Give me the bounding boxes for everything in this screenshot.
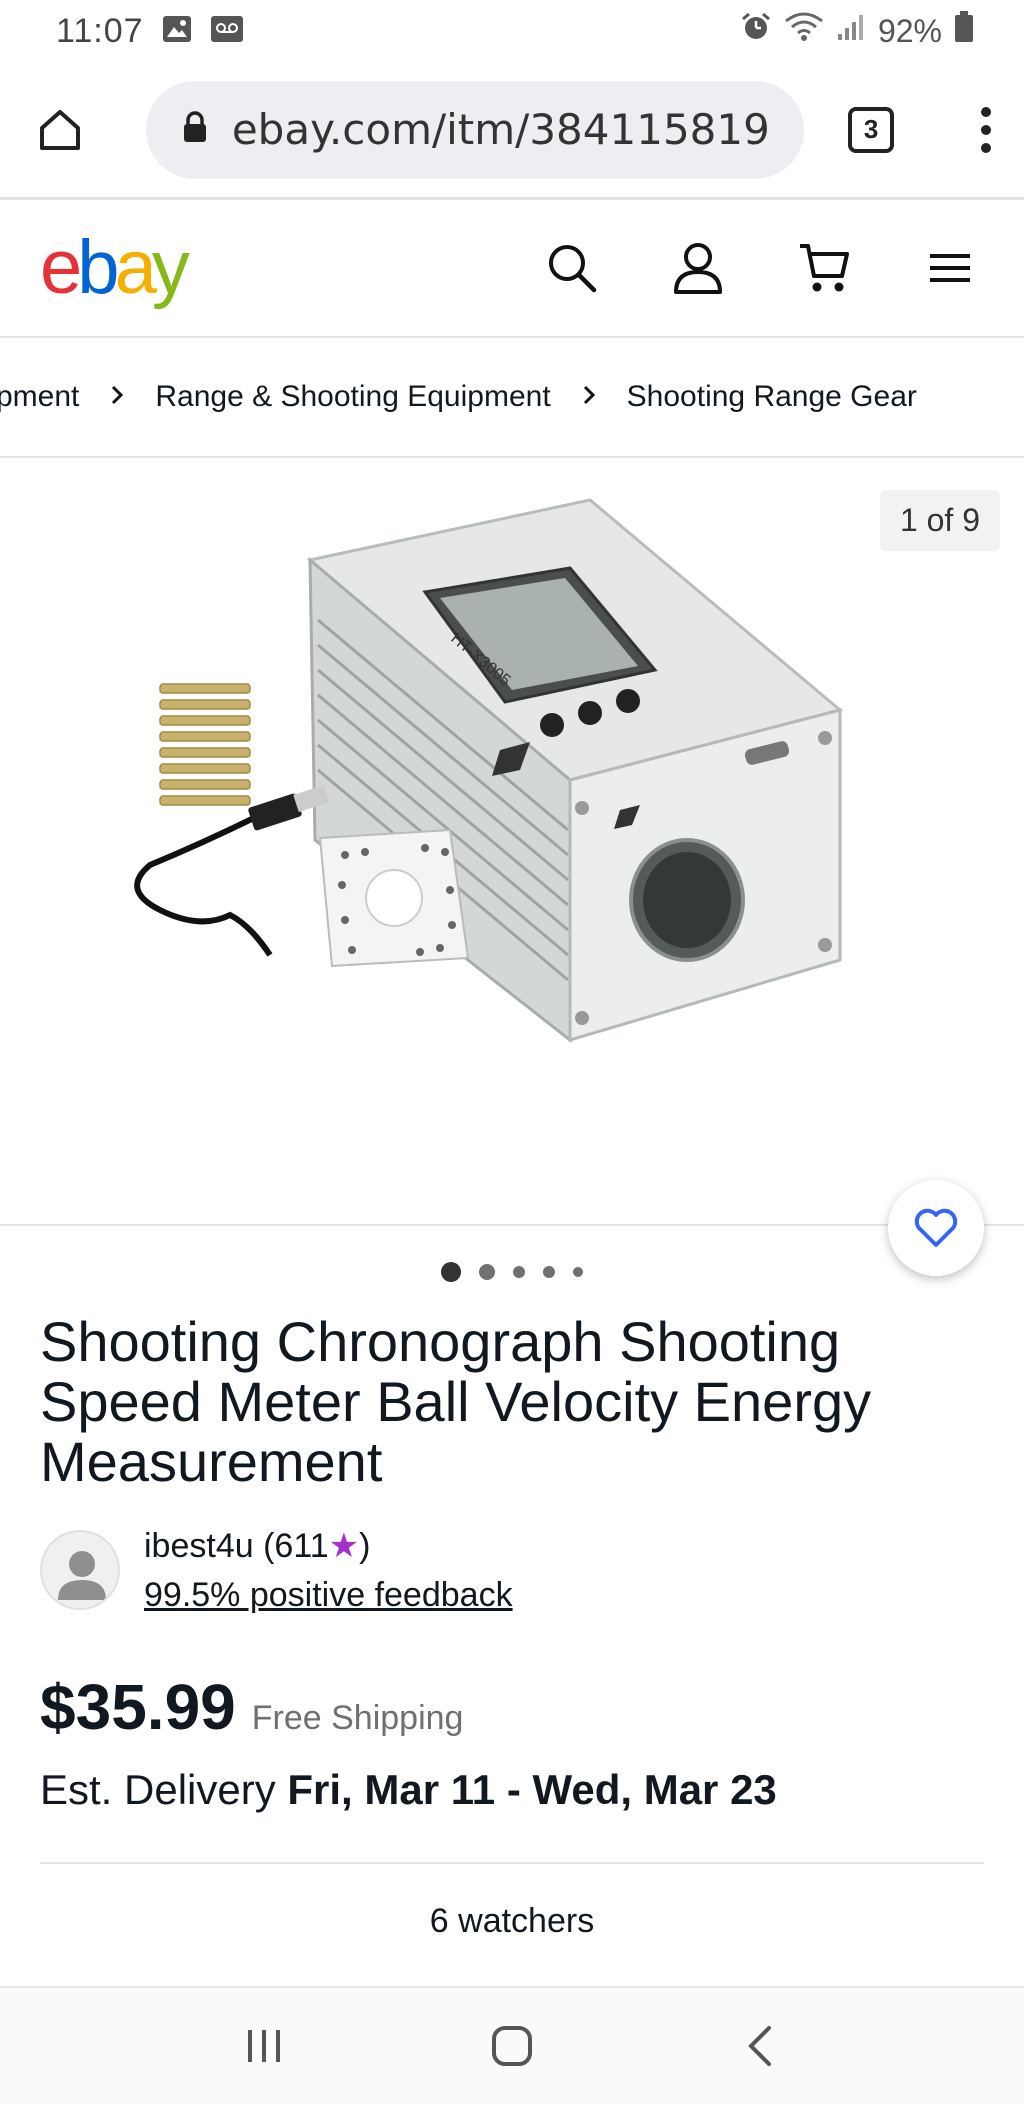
listing-title: Shooting Chronograph Shooting Speed Mete… bbox=[40, 1310, 872, 1493]
search-icon[interactable] bbox=[544, 240, 600, 296]
shipping-info: Free Shipping bbox=[251, 1699, 464, 1737]
battery-icon bbox=[954, 11, 974, 51]
tab-switcher-button[interactable]: 3 bbox=[848, 106, 895, 153]
home-button[interactable] bbox=[28, 98, 92, 162]
delivery-dates: Fri, Mar 11 - Wed, Mar 23 bbox=[287, 1766, 777, 1813]
heart-icon bbox=[914, 1208, 958, 1247]
ebay-logo[interactable]: ebay bbox=[40, 230, 190, 306]
status-left: 11:07 bbox=[56, 12, 244, 51]
image-gallery[interactable]: 1 of 9 HT-X3005 bbox=[0, 460, 1024, 1226]
product-image[interactable]: HT-X3005 bbox=[120, 480, 900, 1200]
breadcrumb-item[interactable]: pment bbox=[0, 380, 79, 414]
wifi-icon bbox=[784, 11, 824, 51]
divider bbox=[40, 1862, 984, 1864]
header-actions bbox=[544, 240, 978, 296]
seller-feedback-link[interactable]: 99.5% positive feedback bbox=[144, 1576, 513, 1615]
gallery-pagination bbox=[0, 1262, 1024, 1282]
seller-name[interactable]: ibest4u (611★) bbox=[144, 1526, 370, 1566]
home-nav-icon[interactable] bbox=[482, 2016, 542, 2076]
cart-icon[interactable] bbox=[796, 240, 852, 296]
voicemail-icon bbox=[210, 15, 244, 48]
home-icon bbox=[39, 109, 80, 150]
image-icon bbox=[162, 15, 192, 48]
more-vert-icon[interactable] bbox=[976, 106, 996, 153]
pagination-dot[interactable] bbox=[543, 1266, 555, 1278]
delivery-estimate: Est. Delivery Fri, Mar 11 - Wed, Mar 23 bbox=[40, 1766, 777, 1813]
breadcrumb-item[interactable]: Shooting Range Gear bbox=[627, 380, 917, 414]
pagination-dot[interactable] bbox=[573, 1267, 583, 1277]
alarm-icon bbox=[740, 11, 772, 51]
pagination-dot[interactable] bbox=[479, 1264, 495, 1280]
browser-toolbar: ebay.com/itm/384115819 3 bbox=[0, 62, 1024, 200]
star-icon: ★ bbox=[328, 1527, 360, 1565]
url-text: ebay.com/itm/384115819 bbox=[231, 105, 770, 154]
account-icon[interactable] bbox=[670, 240, 726, 296]
chevron-right-icon bbox=[581, 380, 597, 414]
price: $35.99 bbox=[40, 1671, 236, 1743]
price-row: $35.99 Free Shipping bbox=[40, 1670, 463, 1744]
site-header: ebay bbox=[0, 200, 1024, 338]
address-bar[interactable]: ebay.com/itm/384115819 bbox=[145, 80, 805, 179]
seller-info: ibest4u (611★) 99.5% positive feedback bbox=[40, 1526, 980, 1616]
status-bar: 11:07 92% bbox=[0, 0, 1024, 62]
lock-icon bbox=[182, 111, 208, 148]
pagination-dot-active[interactable] bbox=[441, 1262, 461, 1282]
status-right: 92% bbox=[740, 11, 974, 51]
breadcrumb: pment Range & Shooting Equipment Shootin… bbox=[0, 338, 1024, 458]
signal-icon bbox=[836, 12, 866, 50]
breadcrumb-item[interactable]: Range & Shooting Equipment bbox=[155, 380, 550, 414]
watchers-count: 6 watchers bbox=[429, 1902, 595, 1940]
chevron-right-icon bbox=[109, 380, 125, 414]
recent-apps-icon[interactable] bbox=[234, 2016, 294, 2076]
back-icon[interactable] bbox=[730, 2016, 790, 2076]
status-time: 11:07 bbox=[56, 11, 144, 50]
battery-percent: 92% bbox=[877, 12, 942, 49]
system-nav-bar bbox=[0, 1986, 1024, 2104]
menu-icon[interactable] bbox=[922, 240, 978, 296]
pagination-dot[interactable] bbox=[513, 1266, 525, 1278]
avatar[interactable] bbox=[40, 1530, 120, 1610]
